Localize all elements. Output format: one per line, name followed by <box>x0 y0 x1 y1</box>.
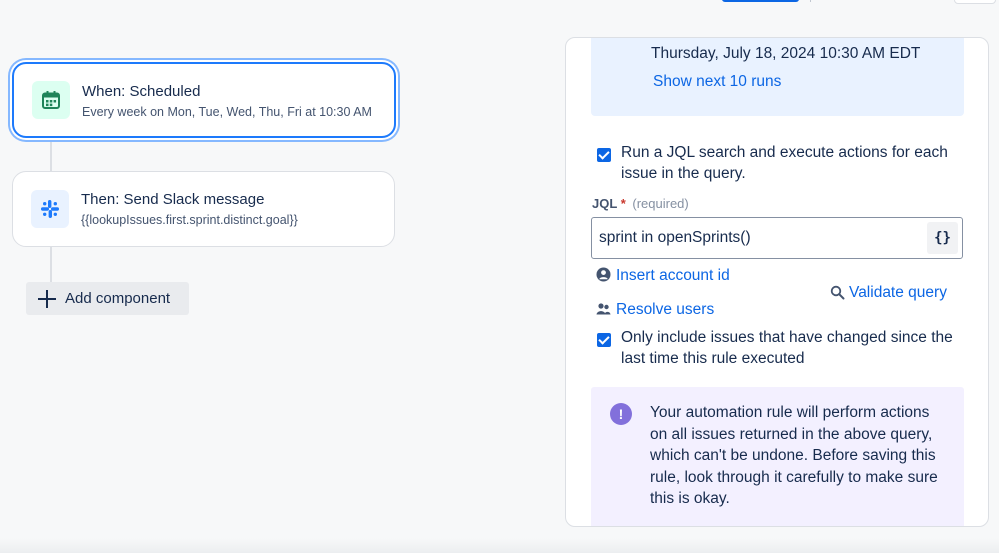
insert-account-id-link[interactable]: Insert account id <box>616 267 730 285</box>
flow-connector <box>50 140 52 172</box>
top-divider <box>806 0 811 2</box>
only-changed-checkbox[interactable] <box>597 333 611 347</box>
jql-label: JQL * (required) <box>592 196 689 211</box>
top-primary-button[interactable] <box>722 0 799 2</box>
add-component-label: Add component <box>65 290 171 307</box>
action-subtitle: {{lookupIssues.first.sprint.distinct.goa… <box>81 213 298 227</box>
warning-text: Your automation rule will perform action… <box>650 404 938 507</box>
resolve-users-link[interactable]: Resolve users <box>616 301 714 319</box>
required-hint: (required) <box>632 196 689 211</box>
jql-value[interactable]: sprint in openSprints() <box>599 229 751 247</box>
add-component-button[interactable]: Add component <box>26 282 189 315</box>
schedule-preview: Thursday, July 18, 2024 10:30 AM EDT Sho… <box>591 38 964 116</box>
top-right-button[interactable] <box>954 0 996 4</box>
rule-config-panel: Thursday, July 18, 2024 10:30 AM EDT Sho… <box>565 37 989 527</box>
trigger-card[interactable]: When: Scheduled Every week on Mon, Tue, … <box>12 62 396 138</box>
slack-icon <box>31 190 69 228</box>
jql-input[interactable]: sprint in openSprints() {} <box>591 217 963 259</box>
jql-format-button[interactable]: {} <box>927 222 958 254</box>
user-icon <box>596 267 611 282</box>
trigger-title: When: Scheduled <box>82 83 201 100</box>
flow-connector <box>50 246 52 282</box>
calendar-icon <box>32 81 70 119</box>
only-changed-label: Only include issues that have changed si… <box>621 329 953 367</box>
users-icon <box>596 303 611 315</box>
plus-icon <box>37 289 57 309</box>
validate-query-link[interactable]: Validate query <box>849 284 947 302</box>
next-run-date: Thursday, July 18, 2024 10:30 AM EDT <box>651 45 921 62</box>
trigger-subtitle: Every week on Mon, Tue, Wed, Thu, Fri at… <box>82 105 372 119</box>
action-card[interactable]: Then: Send Slack message {{lookupIssues.… <box>12 171 395 247</box>
show-next-runs-link[interactable]: Show next 10 runs <box>653 73 781 91</box>
jql-label-text: JQL <box>592 196 618 211</box>
required-mark: * <box>620 196 626 211</box>
bottom-edge <box>0 538 999 553</box>
warning-icon: ! <box>610 403 632 425</box>
search-icon <box>830 285 845 300</box>
action-title: Then: Send Slack message <box>81 191 265 208</box>
run-jql-label: Run a JQL search and execute actions for… <box>621 144 948 182</box>
warning-box: ! Your automation rule will perform acti… <box>591 387 964 526</box>
run-jql-checkbox[interactable] <box>597 148 611 162</box>
